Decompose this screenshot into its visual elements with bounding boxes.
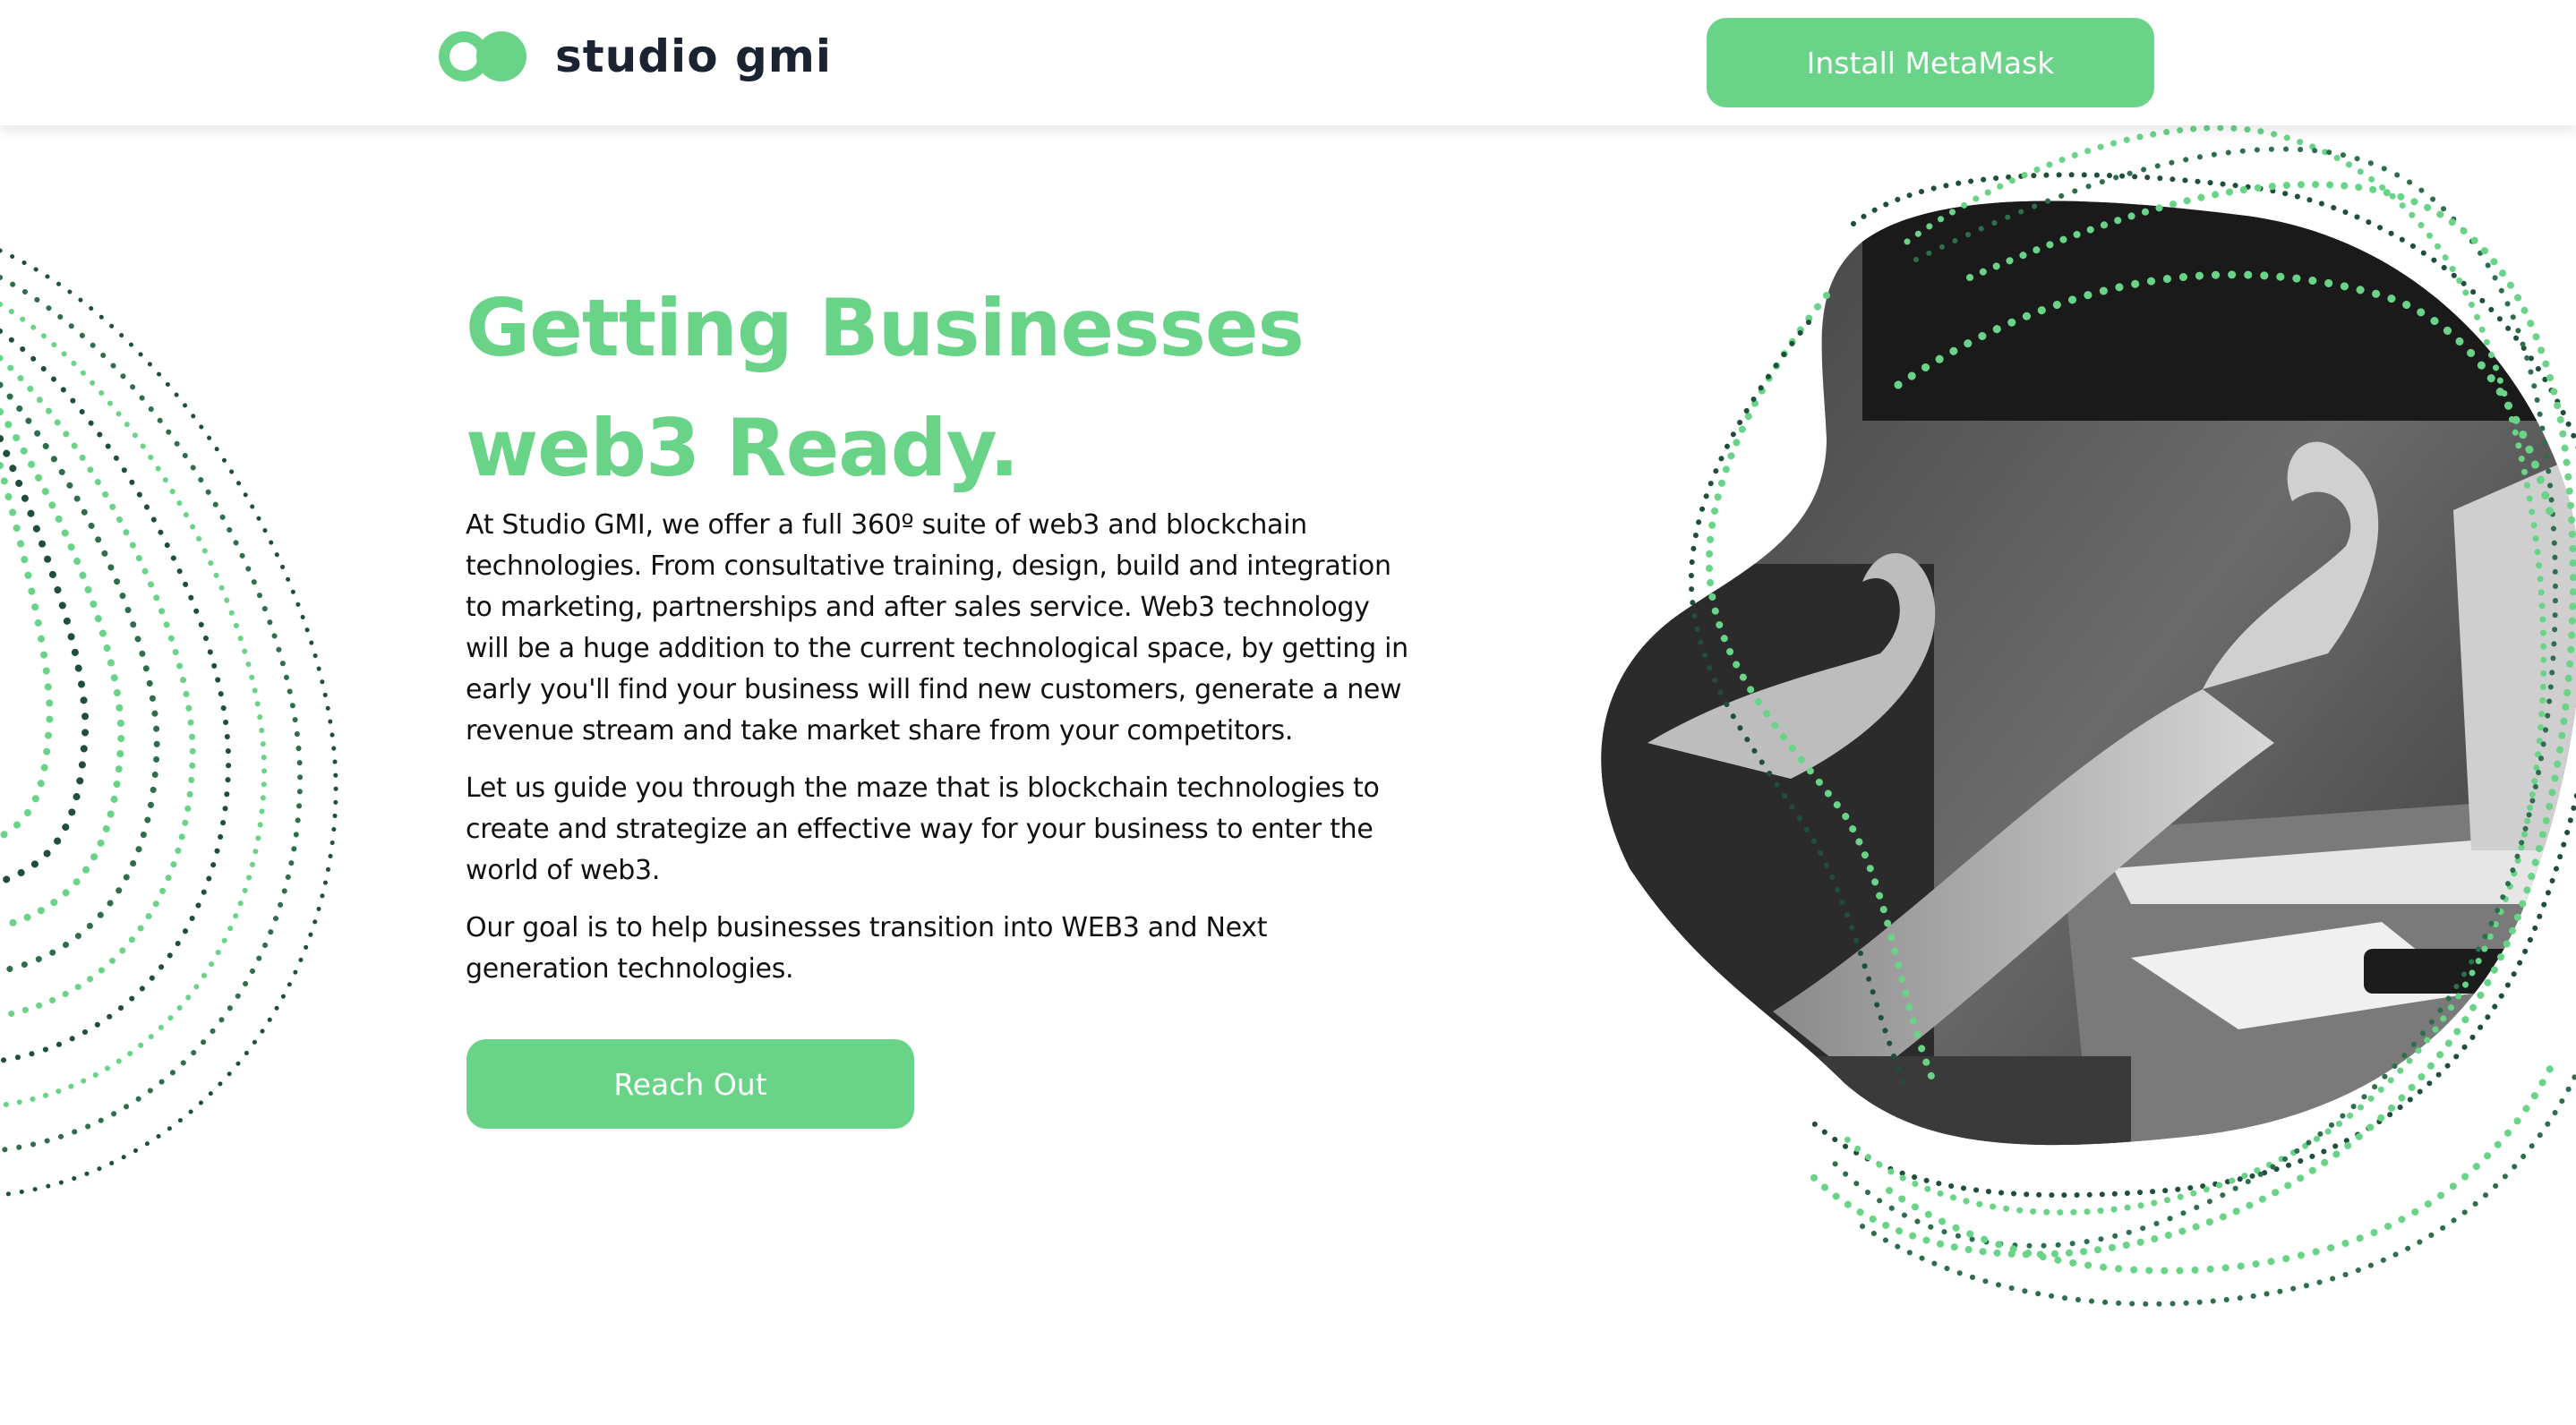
hero-description: At Studio GMI, we offer a full 360º suit… xyxy=(466,505,1415,1006)
site-header: studio gmi Install MetaMask xyxy=(0,0,2576,125)
reach-out-button[interactable]: Reach Out xyxy=(466,1039,914,1129)
hero-paragraph-1: At Studio GMI, we offer a full 360º suit… xyxy=(466,509,1408,747)
hero-paragraph-2: Let us guide you through the maze that i… xyxy=(466,772,1380,886)
landing-page: studio gmi Install MetaMask Getting Busi… xyxy=(0,0,2576,1425)
hero-title-line-2: web3 Ready. xyxy=(466,402,1019,494)
hero-paragraph-3: Our goal is to help businesses transitio… xyxy=(466,912,1268,985)
hero-title-line-1: Getting Businesses xyxy=(466,282,1305,374)
install-metamask-button[interactable]: Install MetaMask xyxy=(1707,18,2154,107)
hero-photo-blob xyxy=(1601,124,2576,1307)
hero-title: Getting Businesses web3 Ready. xyxy=(466,269,1451,508)
brand-logo[interactable]: studio gmi xyxy=(439,25,832,88)
logo-dot-shape xyxy=(476,31,526,81)
studio-gmi-logo-icon xyxy=(439,31,526,81)
brand-name: studio gmi xyxy=(555,30,832,82)
left-dotted-arcs-decoration xyxy=(0,248,338,1198)
meeting-photo xyxy=(1601,201,2576,1146)
